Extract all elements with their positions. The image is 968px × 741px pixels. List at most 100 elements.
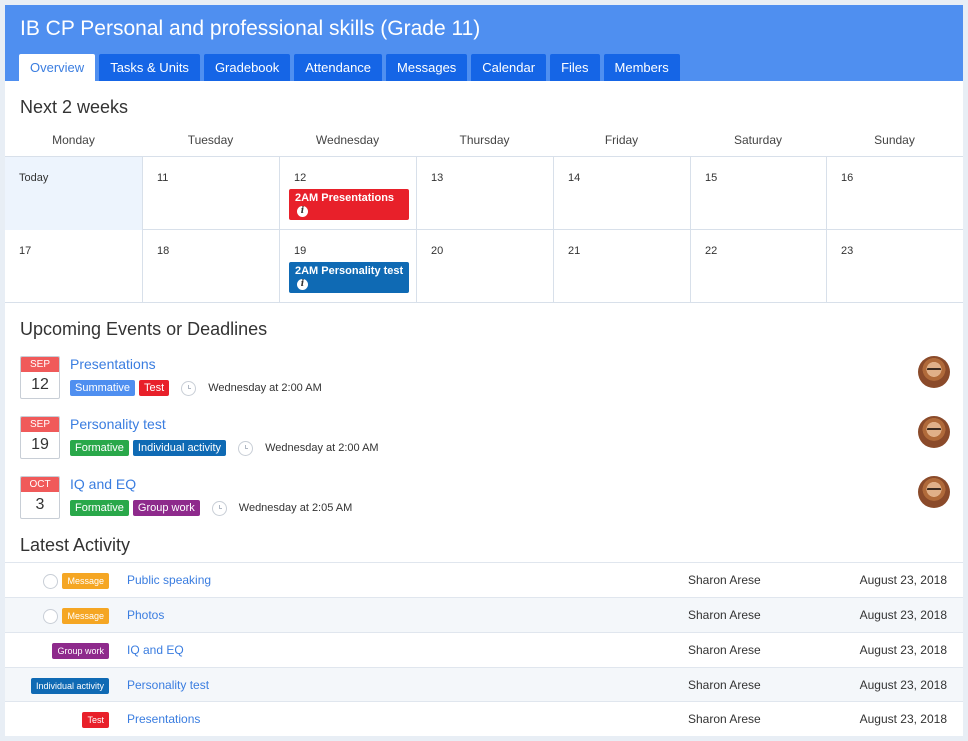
- event-title-link[interactable]: Presentations: [70, 356, 156, 372]
- calendar-date: 16: [841, 172, 854, 184]
- event-day: 12: [31, 376, 49, 393]
- calendar-date: 21: [568, 245, 581, 257]
- calendar-date: 20: [431, 245, 444, 257]
- read-status-icon[interactable]: [43, 573, 59, 589]
- calendar-day-cell[interactable]: 22: [691, 230, 827, 303]
- calendar-day-cell[interactable]: 21: [554, 230, 691, 303]
- weekday-label: Sunday: [874, 133, 915, 147]
- weekday-label: Thursday: [459, 133, 510, 147]
- event-month: SEP: [21, 357, 59, 372]
- event-date-badge: OCT 3: [20, 476, 60, 519]
- calendar-title: Next 2 weeks: [20, 97, 129, 117]
- tab-attendance[interactable]: Attendance: [294, 54, 383, 81]
- activity-row: Individual activity Personality test Sha…: [5, 667, 963, 702]
- upcoming-event: SEP 19 Personality test Formative Indivi…: [20, 416, 950, 462]
- activity-author: Sharon Arese: [688, 643, 761, 657]
- event-title-link[interactable]: IQ and EQ: [70, 476, 136, 492]
- course-header: IB CP Personal and professional skills (…: [5, 5, 963, 81]
- calendar-date: 23: [841, 245, 854, 257]
- calendar-date: 14: [568, 172, 581, 184]
- tab-overview[interactable]: Overview: [19, 54, 96, 81]
- event-month: OCT: [21, 477, 59, 492]
- info-icon[interactable]: i: [297, 206, 308, 217]
- calendar-event[interactable]: 2AM Presentations i: [289, 189, 409, 220]
- event-time: Wednesday at 2:05 AM: [238, 502, 353, 514]
- calendar-day-cell[interactable]: 19 2AM Personality test i: [280, 230, 417, 303]
- info-icon[interactable]: i: [297, 279, 308, 290]
- calendar-day-cell[interactable]: 11: [143, 157, 280, 230]
- upcoming-event: SEP 12 Presentations Summative Test Wedn…: [20, 356, 950, 402]
- calendar-day-cell[interactable]: 14: [554, 157, 691, 230]
- event-title-link[interactable]: Personality test: [70, 416, 166, 432]
- calendar-day-cell[interactable]: 16: [827, 157, 963, 230]
- calendar-day-cell[interactable]: 20: [417, 230, 554, 303]
- overview-panel: Next 2 weeks Monday Tuesday Wednesday Th…: [5, 81, 963, 736]
- calendar-day-cell[interactable]: 23: [827, 230, 963, 303]
- calendar-date: 12: [294, 172, 307, 184]
- tag-badge: Test: [139, 380, 170, 396]
- event-time: Wednesday at 2:00 AM: [208, 382, 322, 394]
- avatar[interactable]: [918, 416, 950, 448]
- course-title: IB CP Personal and professional skills (…: [20, 17, 481, 40]
- read-status-icon[interactable]: [43, 608, 59, 624]
- calendar-day-cell[interactable]: Today: [5, 157, 143, 230]
- activity-title-link[interactable]: Public speaking: [127, 573, 211, 587]
- calendar-date: 19: [294, 245, 307, 257]
- activity-date: August 23, 2018: [859, 643, 947, 657]
- calendar-day-cell[interactable]: 15: [691, 157, 827, 230]
- activity-date: August 23, 2018: [859, 712, 947, 726]
- calendar-date: 13: [431, 172, 444, 184]
- activity-date: August 23, 2018: [859, 608, 947, 622]
- activity-title-link[interactable]: Photos: [127, 608, 164, 622]
- tab-members[interactable]: Members: [603, 54, 680, 81]
- activity-author: Sharon Arese: [688, 608, 761, 622]
- tab-bar: Overview Tasks & Units Gradebook Attenda…: [19, 54, 680, 81]
- event-tags: Formative Group work Wednesday at 2:05 A…: [70, 500, 352, 516]
- activity-date: August 23, 2018: [859, 678, 947, 692]
- event-date-badge: SEP 19: [20, 416, 60, 459]
- activity-row: Message Photos Sharon Arese August 23, 2…: [5, 597, 963, 632]
- tab-files[interactable]: Files: [550, 54, 600, 81]
- tag-badge: Formative: [70, 500, 129, 516]
- event-tags: Summative Test Wednesday at 2:00 AM: [70, 380, 322, 396]
- calendar-day-cell[interactable]: 12 2AM Presentations i: [280, 157, 417, 230]
- calendar-date: 15: [705, 172, 718, 184]
- tag-badge: Individual activity: [30, 678, 109, 694]
- calendar-day-cell[interactable]: 13: [417, 157, 554, 230]
- calendar-day-cell[interactable]: 18: [143, 230, 280, 303]
- activity-type: Test: [82, 712, 109, 728]
- activity-title-link[interactable]: Personality test: [127, 678, 209, 692]
- event-month: SEP: [21, 417, 59, 432]
- activity-row: Message Public speaking Sharon Arese Aug…: [5, 562, 963, 597]
- activity-date: August 23, 2018: [859, 573, 947, 587]
- activity-title-link[interactable]: IQ and EQ: [127, 643, 184, 657]
- activity-type: Message: [43, 608, 109, 624]
- calendar-week-row: 17 18 19 2AM Personality test i 20 21 22…: [5, 230, 963, 303]
- calendar-event[interactable]: 2AM Personality test i: [289, 262, 409, 293]
- avatar[interactable]: [918, 356, 950, 388]
- calendar-event-label: 2AM Personality test: [295, 265, 404, 277]
- activity-author: Sharon Arese: [688, 678, 761, 692]
- event-day: 3: [35, 496, 45, 513]
- tab-messages[interactable]: Messages: [386, 54, 468, 81]
- weekday-label: Monday: [52, 133, 95, 147]
- activity-row: Test Presentations Sharon Arese August 2…: [5, 701, 963, 736]
- weekday-label: Wednesday: [315, 133, 380, 147]
- weekday-label: Friday: [604, 133, 639, 147]
- calendar-day-cell[interactable]: 17: [5, 230, 143, 303]
- tag-badge: Group work: [132, 500, 200, 516]
- tab-tasks-units[interactable]: Tasks & Units: [99, 54, 200, 81]
- activity-title-link[interactable]: Presentations: [127, 712, 200, 726]
- calendar-date: Today: [19, 172, 49, 184]
- tab-calendar[interactable]: Calendar: [471, 54, 547, 81]
- clock-icon: [211, 500, 227, 516]
- activity-type: Message: [43, 573, 109, 589]
- weekday-label: Saturday: [733, 133, 783, 147]
- tab-gradebook[interactable]: Gradebook: [203, 54, 291, 81]
- avatar[interactable]: [918, 476, 950, 508]
- tag-badge: Test: [82, 712, 109, 728]
- weekday-label: Tuesday: [187, 133, 234, 147]
- event-date-badge: SEP 12: [20, 356, 60, 399]
- activity-author: Sharon Arese: [688, 573, 761, 587]
- tag-badge: Individual activity: [132, 440, 227, 456]
